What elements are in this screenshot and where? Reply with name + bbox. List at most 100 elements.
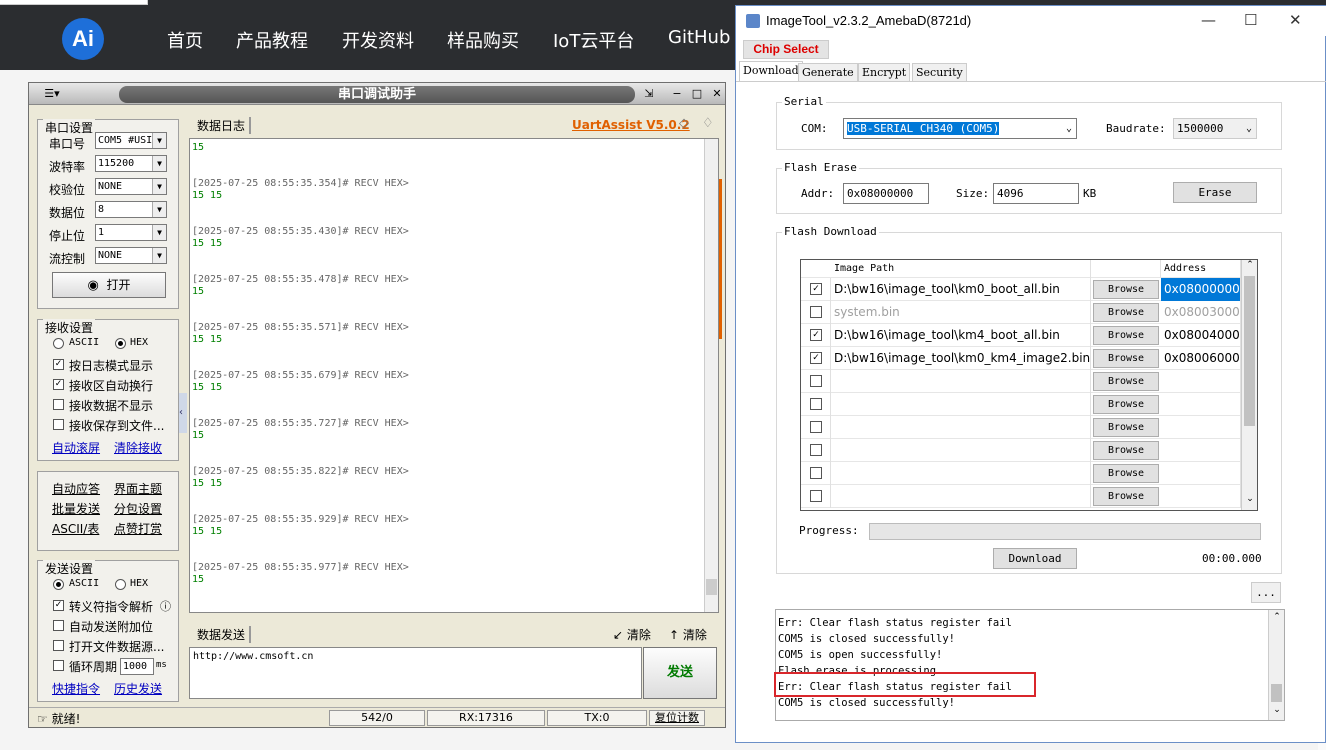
row-browse-button[interactable]: Browse	[1093, 280, 1159, 299]
close-icon[interactable]: ✕	[1289, 11, 1302, 29]
send-hex-radio[interactable]	[115, 579, 126, 590]
row-enable-checkbox[interactable]	[810, 467, 822, 479]
row-browse-button[interactable]: Browse	[1093, 441, 1159, 460]
clear-recv-link[interactable]: 清除接收	[114, 439, 162, 456]
row-image-path[interactable]	[831, 485, 1091, 508]
tab-encrypt[interactable]: Encrypt	[858, 63, 911, 81]
row-browse-button[interactable]: Browse	[1093, 395, 1159, 414]
auto-reply-link[interactable]: 自动应答	[52, 480, 100, 497]
nav-samples[interactable]: 样品购买	[447, 27, 519, 53]
bell-icon[interactable]: ♢	[702, 116, 714, 131]
grid-scroll-thumb[interactable]	[1244, 276, 1255, 426]
maximize-icon[interactable]: ☐	[1244, 11, 1257, 29]
nav-iot-cloud[interactable]: IoT云平台	[553, 27, 634, 53]
grid-scrollbar[interactable]: ⌃ ⌄	[1241, 260, 1257, 510]
send-history-link[interactable]: 历史发送	[114, 680, 162, 697]
row-browse-button[interactable]: Browse	[1093, 372, 1159, 391]
file-source-checkbox[interactable]	[53, 640, 64, 651]
log-scroll-thumb[interactable]	[706, 579, 717, 595]
open-port-button[interactable]: ◉ 打开	[52, 272, 166, 298]
tab-download[interactable]: Download	[739, 61, 803, 82]
erase-button[interactable]: Erase	[1173, 182, 1257, 203]
baud-select[interactable]: 115200 ▼	[95, 155, 167, 172]
parity-select[interactable]: NONE ▼	[95, 178, 167, 195]
scroll-up-icon[interactable]: ⌃	[1269, 612, 1284, 622]
row-address[interactable]	[1161, 462, 1241, 485]
row-address[interactable]	[1161, 416, 1241, 439]
row-address[interactable]	[1161, 370, 1241, 393]
row-browse-button[interactable]: Browse	[1093, 303, 1159, 322]
scroll-up-icon[interactable]: ⌃	[1242, 260, 1257, 274]
receive-log-area[interactable]: 15 [2025-07-25 08:55:35.354]# RECV HEX> 15…	[189, 138, 719, 613]
more-button[interactable]: ...	[1251, 582, 1281, 603]
recv-hex-radio[interactable]	[115, 338, 126, 349]
tab-security[interactable]: Security	[912, 63, 967, 81]
collapse-panel-handle[interactable]: ‹	[179, 393, 187, 433]
tab-data-send[interactable]: 数据发送	[193, 626, 252, 643]
com-select[interactable]: USB-SERIAL CH340 (COM5) ⌄	[843, 118, 1077, 139]
tab-data-log[interactable]: 数据日志	[193, 117, 252, 134]
download-button[interactable]: Download	[993, 548, 1077, 569]
row-image-path[interactable]	[831, 462, 1091, 485]
cycle-period-input[interactable]: 1000	[120, 658, 154, 675]
row-image-path[interactable]	[831, 393, 1091, 416]
cycle-checkbox[interactable]	[53, 660, 64, 671]
nav-tutorials[interactable]: 产品教程	[236, 27, 308, 53]
scroll-down-icon[interactable]: ⌄	[1242, 494, 1257, 508]
send-text-input[interactable]: http://www.cmsoft.cn	[189, 647, 642, 699]
auto-wrap-checkbox[interactable]: ✓	[53, 379, 64, 390]
nav-dev-docs[interactable]: 开发资料	[342, 27, 414, 53]
row-enable-checkbox[interactable]	[810, 444, 822, 456]
append-bits-checkbox[interactable]	[53, 620, 64, 631]
send-button[interactable]: 发送	[643, 647, 717, 699]
row-address[interactable]	[1161, 485, 1241, 508]
row-browse-button[interactable]: Browse	[1093, 464, 1159, 483]
send-ascii-radio[interactable]	[53, 579, 64, 590]
quick-cmd-link[interactable]: 快捷指令	[52, 680, 100, 697]
row-enable-checkbox[interactable]	[810, 490, 822, 502]
clear-send-1[interactable]: ↙ 清除	[613, 626, 651, 643]
row-enable-checkbox[interactable]: ✓	[810, 283, 822, 295]
donate-link[interactable]: 点赞打赏	[114, 520, 162, 537]
row-address[interactable]	[1161, 393, 1241, 416]
recv-ascii-radio[interactable]	[53, 338, 64, 349]
databits-select[interactable]: 8 ▼	[95, 201, 167, 218]
site-logo[interactable]: Ai	[62, 18, 104, 60]
nav-github[interactable]: GitHub	[668, 27, 730, 48]
scroll-down-icon[interactable]: ⌄	[1269, 705, 1284, 715]
row-address[interactable]: 0x08006000	[1161, 347, 1241, 370]
log-mode-checkbox[interactable]: ✓	[53, 359, 64, 370]
row-image-path[interactable]: D:\bw16\image_tool\km0_km4_image2.bin	[831, 347, 1091, 370]
maximize-icon[interactable]: □	[689, 86, 705, 102]
chip-select-button[interactable]: Chip Select	[743, 40, 829, 59]
row-enable-checkbox[interactable]: ✓	[810, 329, 822, 341]
row-image-path[interactable]: D:\bw16\image_tool\km4_boot_all.bin	[831, 324, 1091, 347]
close-icon[interactable]: ✕	[709, 86, 725, 102]
info-icon[interactable]: ⓘ	[160, 598, 171, 614]
row-image-path[interactable]: D:\bw16\image_tool\km0_boot_all.bin	[831, 278, 1091, 301]
escape-parse-checkbox[interactable]: ✓	[53, 600, 64, 611]
row-address[interactable]: 0x08000000	[1161, 278, 1241, 301]
hide-recv-checkbox[interactable]	[53, 399, 64, 410]
auto-scroll-link[interactable]: 自动滚屏	[52, 439, 100, 456]
minimize-icon[interactable]: −	[669, 86, 685, 102]
reset-count-button[interactable]: 复位计数	[649, 710, 705, 726]
row-address[interactable]	[1161, 439, 1241, 462]
row-browse-button[interactable]: Browse	[1093, 326, 1159, 345]
diamond-icon[interactable]: ◇	[679, 116, 689, 131]
batch-send-link[interactable]: 批量发送	[52, 500, 100, 517]
row-image-path[interactable]	[831, 439, 1091, 462]
minimize-icon[interactable]: —	[1201, 11, 1216, 29]
row-enable-checkbox[interactable]: ✓	[810, 352, 822, 364]
ascii-table-link[interactable]: ASCII/表	[52, 520, 99, 537]
tab-generate[interactable]: Generate	[798, 63, 858, 81]
row-image-path[interactable]: system.bin	[831, 301, 1091, 324]
row-browse-button[interactable]: Browse	[1093, 349, 1159, 368]
nav-home[interactable]: 首页	[167, 27, 203, 53]
imagetool-log[interactable]: Err: Clear flash status register fail COM…	[775, 609, 1285, 721]
row-enable-checkbox[interactable]	[810, 398, 822, 410]
packet-settings-link[interactable]: 分包设置	[114, 500, 162, 517]
row-image-path[interactable]	[831, 416, 1091, 439]
row-image-path[interactable]	[831, 370, 1091, 393]
erase-size-input[interactable]: 4096	[993, 183, 1079, 204]
